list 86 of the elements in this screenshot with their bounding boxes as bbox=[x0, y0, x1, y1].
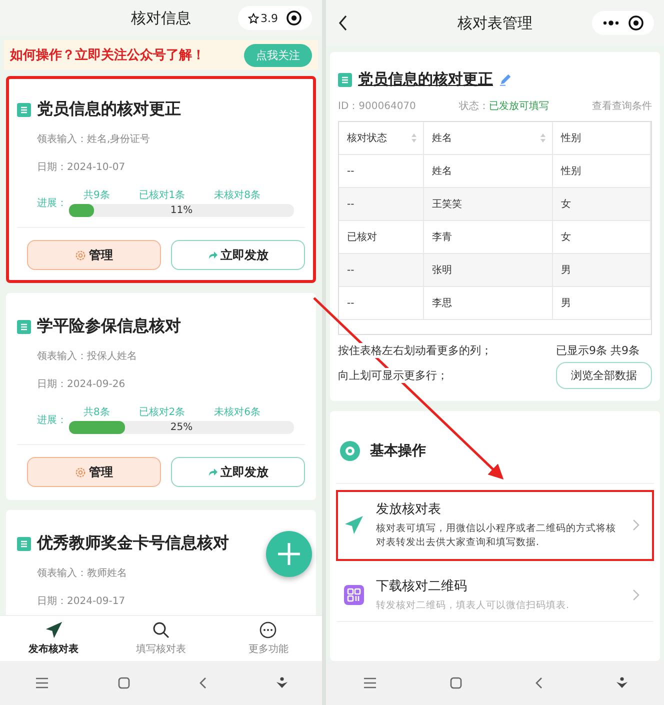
star-icon bbox=[248, 12, 258, 24]
tab[interactable]: 发布核对表 bbox=[0, 616, 108, 661]
chevron-icon bbox=[632, 588, 640, 601]
back-icon[interactable] bbox=[338, 15, 348, 31]
rating[interactable]: 3.9 bbox=[248, 12, 278, 24]
input-fields-text: 领表输入：投保人姓名 bbox=[36, 350, 138, 363]
plus-icon bbox=[277, 542, 301, 566]
input-fields-text: 领表输入：姓名,身份证号 bbox=[36, 132, 152, 146]
gear-icon bbox=[75, 250, 86, 260]
list-icon bbox=[338, 72, 352, 86]
list-icon bbox=[17, 536, 31, 550]
progress-label: 进展： bbox=[37, 196, 68, 210]
header-title: 核对表管理 bbox=[458, 14, 532, 32]
gear-icon bbox=[75, 466, 86, 478]
sheet-id: ID：900064070 bbox=[338, 100, 416, 113]
unchecked-count: 未核对8条 bbox=[214, 188, 260, 202]
accessibility-icon[interactable] bbox=[616, 677, 628, 689]
banner-text: 如何操作？立即关注公众号了解！ bbox=[10, 46, 205, 64]
section-title: 基本操作 bbox=[370, 442, 426, 460]
column-header[interactable]: 核对状态 bbox=[339, 122, 424, 154]
list-icon bbox=[17, 102, 31, 116]
target-icon[interactable] bbox=[286, 10, 302, 26]
table-cell: 性别 bbox=[553, 155, 651, 187]
table-cell: 男 bbox=[553, 254, 651, 286]
flower-icon bbox=[340, 441, 360, 461]
table-cell: 姓名 bbox=[424, 155, 553, 187]
table-cell: -- bbox=[339, 188, 424, 220]
table-cell: -- bbox=[339, 155, 424, 187]
list-icon bbox=[17, 320, 31, 334]
table-cell: 女 bbox=[553, 221, 651, 253]
progress-percent: 25% bbox=[169, 421, 194, 434]
pencil-icon bbox=[499, 73, 512, 86]
table-cell: 李思 bbox=[424, 287, 553, 319]
progress-percent: 11% bbox=[169, 204, 194, 217]
search-icon bbox=[152, 621, 170, 639]
publish-button[interactable]: 立即发放 bbox=[171, 457, 305, 487]
table-cell: 男 bbox=[553, 287, 651, 319]
more-icon[interactable] bbox=[602, 20, 620, 26]
table-cell: 王笑笑 bbox=[424, 188, 553, 220]
publish-button[interactable]: 立即发放 bbox=[171, 240, 305, 270]
menu-icon[interactable] bbox=[34, 677, 48, 689]
card-title: 学平险参保信息核对 bbox=[37, 316, 181, 337]
browse-all-button[interactable]: 浏览全部数据 bbox=[556, 362, 652, 389]
paper-plane-icon bbox=[44, 621, 63, 639]
sort-icon bbox=[411, 133, 417, 143]
menu-icon[interactable] bbox=[362, 677, 376, 689]
input-fields-text: 领表输入：教师姓名 bbox=[36, 566, 128, 580]
row-count: 已显示9条 共9条 bbox=[556, 343, 640, 358]
share-arrow-icon bbox=[208, 467, 218, 477]
action-item[interactable]: 发放核对表 核对表可填写，用微信以小程序或者二维码的方式将核对表转发出去供大家查询和填写数据. bbox=[336, 490, 654, 560]
grid-icon bbox=[344, 584, 364, 605]
table-cell: 李青 bbox=[424, 221, 553, 253]
table-cell: 女 bbox=[553, 188, 651, 220]
table-cell: -- bbox=[339, 287, 424, 319]
home-icon[interactable] bbox=[450, 677, 462, 689]
table-cell: -- bbox=[339, 254, 424, 286]
paper-plane-icon bbox=[344, 515, 364, 536]
accessibility-icon[interactable] bbox=[276, 677, 288, 689]
card-title: 党员信息的核对更正 bbox=[37, 99, 181, 120]
target-icon[interactable] bbox=[628, 15, 644, 31]
manage-button[interactable]: 管理 bbox=[27, 240, 161, 270]
status-text: 状态：已发放可填写 bbox=[458, 100, 549, 113]
sort-icon bbox=[540, 133, 546, 143]
table-cell: 已核对 bbox=[339, 221, 424, 253]
tab[interactable]: 填写核对表 bbox=[107, 616, 215, 661]
date-text: 日期：2024-09-26 bbox=[36, 378, 126, 391]
home-icon[interactable] bbox=[118, 677, 130, 689]
checked-count: 已核对1条 bbox=[138, 188, 186, 202]
chevron-icon bbox=[632, 519, 640, 532]
checked-count: 已核对2条 bbox=[138, 406, 186, 419]
card-title: 优秀教师奖金卡号信息核对 bbox=[37, 533, 229, 554]
total-count: 共9条 bbox=[83, 188, 110, 202]
more-icon bbox=[259, 621, 278, 639]
total-count: 共8条 bbox=[83, 406, 110, 419]
manage-button[interactable]: 管理 bbox=[27, 457, 161, 487]
date-text: 日期：2024-10-07 bbox=[36, 160, 126, 174]
tab[interactable]: 更多功能 bbox=[214, 616, 322, 661]
table-cell: 张明 bbox=[424, 254, 553, 286]
header-title: 核对信息 bbox=[131, 8, 191, 28]
column-header: 性别 bbox=[553, 122, 651, 154]
sheet-title: 党员信息的核对更正 bbox=[358, 70, 493, 89]
date-text: 日期：2024-09-17 bbox=[36, 594, 126, 608]
progress-label: 进展： bbox=[37, 414, 68, 426]
column-header[interactable]: 姓名 bbox=[424, 122, 553, 154]
unchecked-count: 未核对6条 bbox=[214, 406, 260, 419]
share-arrow-icon bbox=[208, 250, 218, 260]
